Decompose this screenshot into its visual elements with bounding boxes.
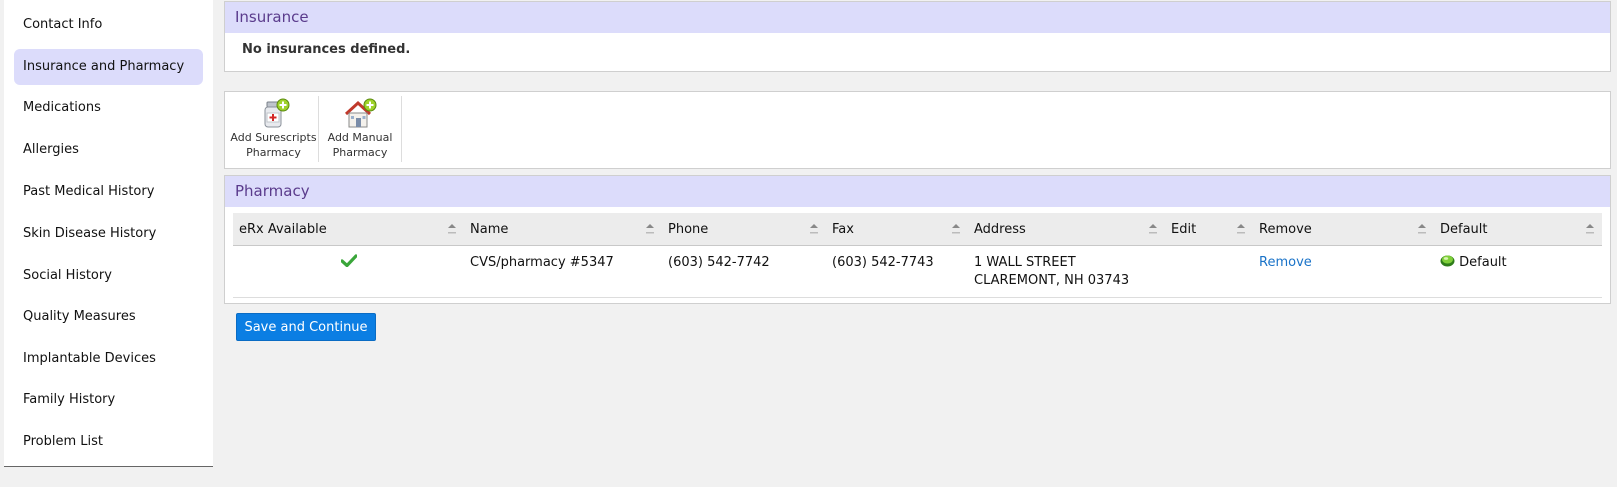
default-pharmacy-control[interactable]: Default — [1440, 255, 1507, 270]
add-manual-label-line2: Pharmacy — [332, 146, 388, 159]
sidebar-item-family-history[interactable]: Family History — [14, 382, 203, 418]
add-manual-pharmacy-button[interactable]: Add Manual Pharmacy — [319, 96, 402, 162]
pharmacy-panel: Pharmacy eRx Available Name Phone Fax Ad… — [224, 175, 1611, 304]
sidebar-item-quality-measures[interactable]: Quality Measures — [14, 299, 203, 335]
pharmacy-fax-cell: (603) 542-7743 — [826, 245, 968, 298]
sidebar-item-contact-info[interactable]: Contact Info — [14, 7, 203, 43]
sort-icon — [646, 224, 654, 234]
column-header-address[interactable]: Address — [968, 213, 1165, 246]
column-header-erx-available[interactable]: eRx Available — [233, 213, 464, 246]
column-header-phone[interactable]: Phone — [662, 213, 826, 246]
add-surescripts-label-line1: Add Surescripts — [230, 131, 317, 144]
column-header-default[interactable]: Default — [1434, 213, 1602, 246]
sidebar-item-allergies[interactable]: Allergies — [14, 132, 203, 168]
pharmacy-default-cell: Default — [1434, 245, 1602, 298]
sort-icon — [810, 224, 818, 234]
pharmacy-table: eRx Available Name Phone Fax Address Edi… — [233, 213, 1602, 298]
column-header-name[interactable]: Name — [464, 213, 662, 246]
default-label: Default — [1459, 255, 1507, 270]
add-surescripts-label-line2: Pharmacy — [246, 146, 301, 159]
sort-icon — [952, 224, 960, 234]
sidebar-item-medications[interactable]: Medications — [14, 90, 203, 126]
column-header-fax[interactable]: Fax — [826, 213, 968, 246]
sidebar-item-past-medical-history[interactable]: Past Medical History — [14, 174, 203, 210]
pharmacy-phone-cell: (603) 542-7742 — [662, 245, 826, 298]
column-header-remove[interactable]: Remove — [1253, 213, 1434, 246]
sidebar-item-problem-list[interactable]: Problem List — [14, 424, 203, 460]
pharmacy-address-cell: 1 WALL STREET CLAREMONT, NH 03743 — [968, 245, 1165, 298]
pharmacy-remove-cell: Remove — [1253, 245, 1434, 298]
sort-icon — [448, 224, 456, 234]
address-line1: 1 WALL STREET — [974, 255, 1076, 270]
sort-icon — [1586, 224, 1594, 234]
sidebar-item-social-history[interactable]: Social History — [14, 258, 203, 294]
sidebar-item-skin-disease-history[interactable]: Skin Disease History — [14, 216, 203, 252]
table-row: CVS/pharmacy #5347 (603) 542-7742 (603) … — [233, 245, 1602, 298]
pharmacy-toolbar: Add Surescripts Pharmacy Add Manual Phar… — [224, 91, 1611, 169]
pharmacy-edit-cell — [1165, 245, 1253, 298]
pharmacy-name-cell: CVS/pharmacy #5347 — [464, 245, 662, 298]
sidebar-item-implantable-devices[interactable]: Implantable Devices — [14, 341, 203, 377]
insurance-panel-title: Insurance — [225, 2, 1610, 33]
save-and-continue-button[interactable]: Save and Continue — [236, 313, 376, 341]
insurance-empty-message: No insurances defined. — [242, 42, 411, 57]
sort-icon — [1149, 224, 1157, 234]
pharmacy-building-add-icon — [344, 98, 377, 128]
column-header-edit[interactable]: Edit — [1165, 213, 1253, 246]
pharmacy-panel-title: Pharmacy — [225, 176, 1610, 207]
medicine-bottle-add-icon — [264, 98, 289, 128]
default-radio-icon — [1440, 255, 1455, 267]
add-surescripts-pharmacy-button[interactable]: Add Surescripts Pharmacy — [229, 96, 319, 162]
sidebar-item-insurance-and-pharmacy[interactable]: Insurance and Pharmacy — [14, 49, 203, 85]
insurance-panel: Insurance No insurances defined. — [224, 1, 1611, 72]
erx-available-cell — [233, 245, 464, 298]
checkmark-icon — [339, 254, 358, 268]
add-manual-label-line1: Add Manual — [327, 131, 393, 144]
pharmacy-table-header: eRx Available Name Phone Fax Address Edi… — [233, 213, 1602, 246]
address-line2: CLAREMONT, NH 03743 — [974, 273, 1130, 288]
sidebar: Contact Info Insurance and Pharmacy Medi… — [4, 0, 213, 467]
sort-icon — [1418, 224, 1426, 234]
sort-icon — [1237, 224, 1245, 234]
remove-pharmacy-link[interactable]: Remove — [1259, 255, 1312, 270]
